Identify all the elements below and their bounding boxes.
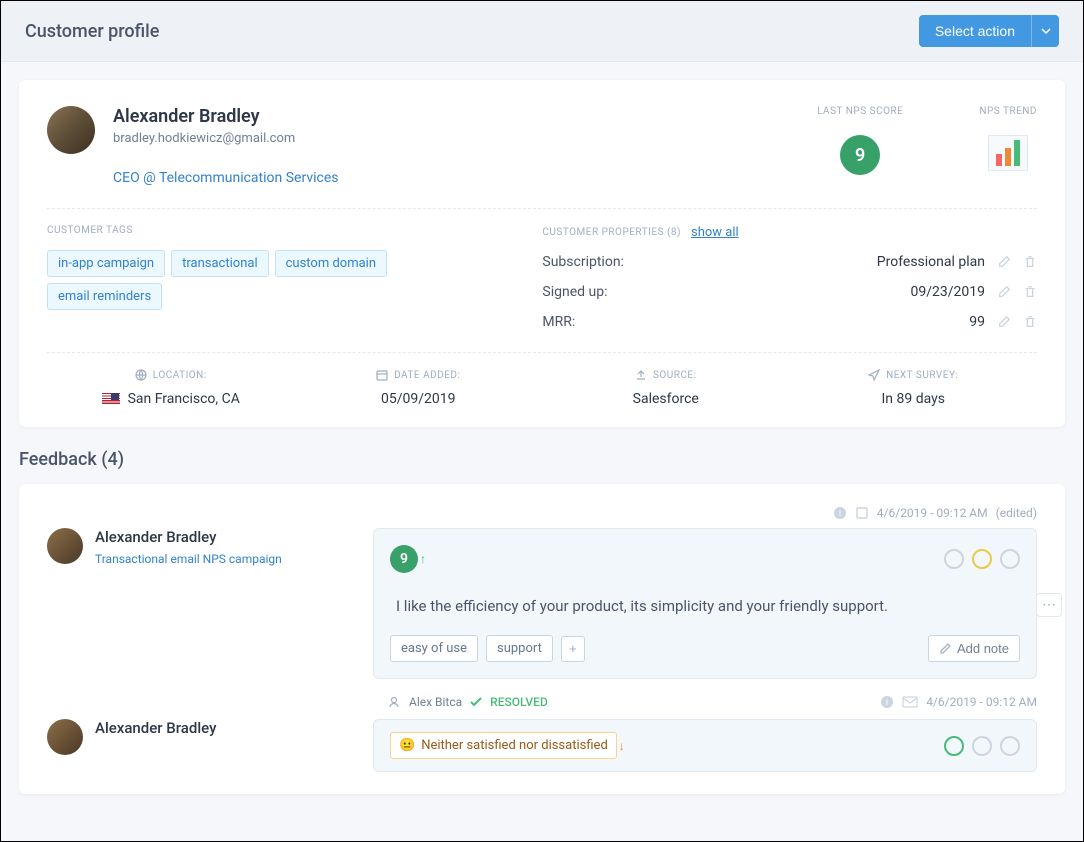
sad-face-icon[interactable] xyxy=(1000,549,1020,569)
last-nps-label: LAST NPS SCORE xyxy=(817,106,903,117)
customer-email: bradley.hodkiewicz@gmail.com xyxy=(113,131,338,146)
sentiment-badge: 😐 Neither satisfied nor dissatisfied xyxy=(390,732,617,759)
resolved-status: RESOLVED xyxy=(490,695,548,709)
add-note-button[interactable]: Add note xyxy=(928,635,1020,662)
feedback-box: 😐 Neither satisfied nor dissatisfied ↓ xyxy=(373,719,1037,772)
select-action-button[interactable]: Select action xyxy=(919,15,1031,47)
nps-trend-label: NPS TREND xyxy=(979,106,1037,117)
tag[interactable]: custom domain xyxy=(275,250,387,277)
nps-trend-chart[interactable] xyxy=(988,135,1028,171)
edit-icon[interactable] xyxy=(997,315,1011,329)
trash-icon[interactable] xyxy=(1023,255,1037,269)
avatar xyxy=(47,528,83,564)
feedback-author: Alexander Bradley xyxy=(95,719,216,737)
page-header: Customer profile Select action xyxy=(1,1,1083,62)
neutral-face-icon[interactable] xyxy=(972,736,992,756)
feedback-campaign[interactable]: Transactional email NPS campaign xyxy=(95,552,282,566)
nps-score-badge: 9 xyxy=(840,135,880,175)
property-value: 09/23/2019 xyxy=(911,284,986,300)
more-menu-button[interactable]: ⋯ xyxy=(1036,593,1062,617)
select-action-caret[interactable] xyxy=(1031,15,1059,47)
tag[interactable]: email reminders xyxy=(47,283,162,310)
neutral-emoji-icon: 😐 xyxy=(399,738,415,753)
properties-label: CUSTOMER PROPERTIES (8) xyxy=(542,227,681,238)
property-value: Professional plan xyxy=(877,254,985,270)
edit-icon[interactable] xyxy=(997,255,1011,269)
info-grid: LOCATION: San Francisco, CA DATE ADDED: … xyxy=(47,369,1037,407)
profile-card: Alexander Bradley bradley.hodkiewicz@gma… xyxy=(19,80,1065,427)
customer-tags: in-app campaign transactional custom dom… xyxy=(47,250,502,310)
email-icon[interactable] xyxy=(902,696,918,708)
feedback-card: i 4/6/2019 - 09:12 AM (edited) Alexander… xyxy=(19,484,1065,794)
tag[interactable]: in-app campaign xyxy=(47,250,165,277)
date-added-label: DATE ADDED: xyxy=(394,370,460,381)
next-survey-value: In 89 days xyxy=(790,391,1038,407)
feedback-box: 9 ↑ I like the efficiency of your produc… xyxy=(373,528,1037,679)
survey-icon[interactable] xyxy=(855,506,869,520)
info-icon[interactable]: i xyxy=(833,506,847,520)
feedback-author: Alexander Bradley xyxy=(95,528,282,546)
last-nps-stat: LAST NPS SCORE 9 xyxy=(817,106,903,186)
chevron-down-icon xyxy=(1041,28,1051,34)
feedback-edited: (edited) xyxy=(996,506,1037,520)
feedback-title: Feedback (4) xyxy=(19,449,1065,470)
property-row: Signed up: 09/23/2019 xyxy=(542,284,1037,300)
customer-name: Alexander Bradley xyxy=(113,106,338,127)
nps-trend-stat: NPS TREND xyxy=(979,106,1037,186)
sad-face-icon[interactable] xyxy=(1000,736,1020,756)
feedback-tag[interactable]: support xyxy=(486,635,553,662)
feedback-tag[interactable]: easy of use xyxy=(390,635,478,662)
property-key: MRR: xyxy=(542,314,575,330)
trash-icon[interactable] xyxy=(1023,315,1037,329)
source-label: SOURCE: xyxy=(653,370,697,381)
date-added-value: 05/09/2019 xyxy=(295,391,543,407)
add-tag-button[interactable]: + xyxy=(561,636,585,662)
happy-face-icon[interactable] xyxy=(944,549,964,569)
property-key: Signed up: xyxy=(542,284,607,300)
reply-author: Alex Bitca xyxy=(409,695,462,709)
us-flag-icon xyxy=(102,393,120,405)
tags-label: CUSTOMER TAGS xyxy=(47,225,502,236)
tag[interactable]: transactional xyxy=(171,250,268,277)
feedback-score-badge: 9 xyxy=(390,545,418,573)
reply-timestamp: 4/6/2019 - 09:12 AM xyxy=(926,695,1037,709)
note-icon xyxy=(939,643,951,655)
upload-icon xyxy=(635,369,647,381)
property-row: MRR: 99 xyxy=(542,314,1037,330)
edit-icon[interactable] xyxy=(997,285,1011,299)
svg-text:i: i xyxy=(886,698,888,708)
send-icon xyxy=(868,369,880,381)
neutral-face-icon[interactable] xyxy=(972,549,992,569)
show-all-link[interactable]: show all xyxy=(691,225,739,240)
select-action-group: Select action xyxy=(919,15,1059,47)
source-value: Salesforce xyxy=(542,391,790,407)
trend-down-icon: ↓ xyxy=(619,739,625,753)
property-row: Subscription: Professional plan xyxy=(542,254,1037,270)
svg-text:i: i xyxy=(839,509,841,519)
page-title: Customer profile xyxy=(25,21,159,42)
trash-icon[interactable] xyxy=(1023,285,1037,299)
feedback-timestamp: 4/6/2019 - 09:12 AM xyxy=(877,506,988,520)
customer-role: CEO @ Telecommunication Services xyxy=(113,170,338,186)
property-value: 99 xyxy=(969,314,985,330)
globe-icon xyxy=(135,369,147,381)
feedback-text: I like the efficiency of your product, i… xyxy=(396,597,1014,615)
info-icon[interactable]: i xyxy=(880,695,894,709)
property-key: Subscription: xyxy=(542,254,624,270)
avatar xyxy=(47,719,83,755)
location-label: LOCATION: xyxy=(153,370,207,381)
trend-up-icon: ↑ xyxy=(420,552,426,566)
next-survey-label: NEXT SURVEY: xyxy=(886,370,958,381)
calendar-icon xyxy=(376,369,388,381)
profile-header: Alexander Bradley bradley.hodkiewicz@gma… xyxy=(47,106,1037,186)
happy-face-icon[interactable] xyxy=(944,736,964,756)
avatar xyxy=(47,106,95,154)
check-icon xyxy=(470,697,482,707)
user-icon xyxy=(387,695,401,709)
location-value: San Francisco, CA xyxy=(128,391,240,407)
